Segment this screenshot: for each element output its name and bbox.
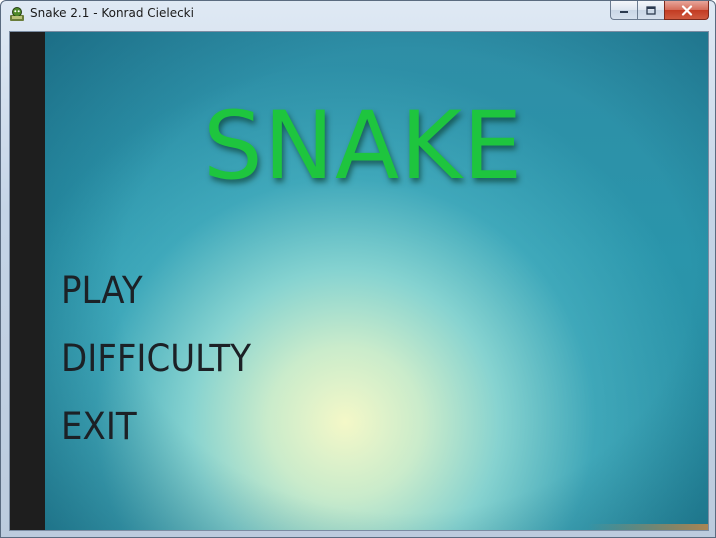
corner-glow <box>588 524 708 530</box>
menu-item-play[interactable]: PLAY <box>61 270 251 338</box>
maximize-icon <box>646 5 656 15</box>
menu-item-difficulty[interactable]: DIFFICULTY <box>61 338 251 406</box>
game-logo: SNAKE <box>203 92 524 201</box>
close-button[interactable] <box>664 1 709 20</box>
maximize-button[interactable] <box>637 1 664 20</box>
title-bar[interactable]: Snake 2.1 - Konrad Cielecki <box>1 1 715 29</box>
menu-background: SNAKE PLAY DIFFICULTY EXIT <box>45 32 708 530</box>
main-menu: PLAY DIFFICULTY EXIT <box>61 270 268 474</box>
menu-item-exit[interactable]: EXIT <box>61 406 251 474</box>
minimize-button[interactable] <box>610 1 637 20</box>
left-border-strip <box>10 32 45 530</box>
snake-app-icon <box>10 7 24 21</box>
window-title: Snake 2.1 - Konrad Cielecki <box>30 6 194 20</box>
close-icon <box>681 4 692 16</box>
app-window: Snake 2.1 - Konrad Cielecki SNAKE PLAY D… <box>0 0 716 538</box>
minimize-icon <box>620 11 628 13</box>
caption-buttons <box>610 1 709 21</box>
game-canvas[interactable]: SNAKE PLAY DIFFICULTY EXIT <box>9 31 709 531</box>
